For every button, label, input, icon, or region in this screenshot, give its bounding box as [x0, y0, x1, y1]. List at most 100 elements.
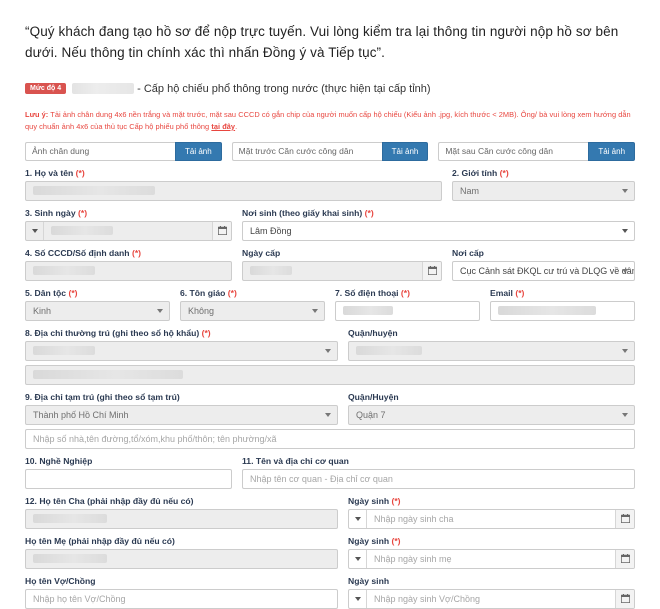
field-temp-district: Quận/Huyện Quận 7: [348, 392, 635, 425]
value-redacted: [33, 186, 155, 196]
date-dropdown-toggle[interactable]: [349, 589, 367, 608]
field-spouse-dob: Ngày sinh Nhập ngày sinh Vợ/Chồng: [348, 576, 635, 609]
select-issue-place[interactable]: Cục Cảnh sát ĐKQL cư trú và DLQG về dân …: [452, 260, 635, 281]
datepicker-birth-date[interactable]: [25, 220, 232, 241]
date-dropdown-toggle[interactable]: [349, 509, 367, 528]
label-full-name: 1. Họ và tên (*): [25, 167, 85, 178]
field-birth-place: Nơi sinh (theo giấy khai sinh) (*) Lâm Đ…: [242, 208, 635, 241]
required-marker: (*): [227, 287, 237, 298]
calendar-icon[interactable]: [615, 589, 634, 608]
required-marker: (*): [201, 327, 211, 338]
label-issue-place: Nơi cấp: [452, 247, 484, 258]
input-spouse-dob[interactable]: Nhập ngày sinh Vợ/Chồng: [367, 590, 615, 608]
field-temp-detail: Nhập số nhà,tên đường,tổ/xóm,khu phố/thô…: [25, 428, 635, 449]
field-father-name: 12. Họ tên Cha (phải nhập đầy đủ nếu có): [25, 496, 338, 529]
upload-id-front-input[interactable]: Mặt trước Căn cước công dân: [231, 141, 382, 161]
label-religion: 6. Tôn giáo (*): [180, 287, 237, 298]
intro-instruction-text: “Quý khách đang tạo hồ sơ để nộp trực tu…: [25, 24, 619, 60]
field-temp-address: 9. Địa chỉ tạm trú (ghi theo sổ tạm trú)…: [25, 392, 338, 425]
select-permanent-province[interactable]: [25, 340, 338, 361]
field-issue-date: Ngày cấp: [242, 248, 442, 281]
label-spouse-name: Họ tên Vợ/Chồng: [25, 575, 96, 586]
upload-portrait-group: Ảnh chân dung Tải ảnh: [25, 141, 222, 161]
datepicker-mother-dob[interactable]: Nhập ngày sinh mẹ: [348, 548, 635, 569]
field-permanent-detail: [25, 364, 635, 385]
input-father-dob[interactable]: Nhập ngày sinh cha: [367, 510, 615, 528]
label-father-dob: Ngày sinh (*): [348, 495, 401, 506]
input-mother-name[interactable]: [25, 548, 338, 569]
label-mother-dob: Ngày sinh (*): [348, 535, 401, 546]
select-religion[interactable]: Không: [180, 300, 325, 321]
chevron-down-icon: [354, 556, 361, 561]
required-marker: (*): [75, 167, 85, 178]
upload-id-back-button[interactable]: Tải ảnh: [588, 141, 636, 161]
service-header-row: Mức độ 4 - Cấp hộ chiếu phổ thông trong …: [25, 82, 635, 96]
upload-note: Lưu ý: Tải ảnh chân dung 4x6 nền trắng v…: [25, 109, 635, 133]
form-row-occupation: 10. Nghề Nghiệp 11. Tên và địa chỉ cơ qu…: [25, 456, 635, 489]
required-marker: (*): [68, 287, 78, 298]
label-birth-place: Nơi sinh (theo giấy khai sinh) (*): [242, 207, 374, 218]
chevron-down-icon: [354, 596, 361, 601]
note-guide-link[interactable]: tại đây: [211, 122, 235, 131]
field-permanent-address: 8. Địa chỉ thường trú (ghi theo sổ hộ kh…: [25, 328, 338, 361]
input-org[interactable]: Nhập tên cơ quan - Địa chỉ cơ quan: [242, 468, 635, 489]
value-redacted: [343, 306, 393, 316]
upload-id-front-button[interactable]: Tải ảnh: [381, 141, 429, 161]
form-row-spouse: Họ tên Vợ/Chồng Nhập họ tên Vợ/Chồng Ngà…: [25, 576, 635, 609]
value-redacted: [498, 306, 596, 316]
chevron-down-icon: [622, 228, 628, 233]
required-marker: (*): [515, 287, 525, 298]
select-ethnicity[interactable]: Kinh: [25, 300, 170, 321]
input-mother-dob[interactable]: Nhập ngày sinh mẹ: [367, 550, 615, 568]
input-issue-date[interactable]: [242, 260, 442, 281]
label-birth-date: 3. Sinh ngày (*): [25, 207, 88, 218]
input-occupation[interactable]: [25, 468, 232, 489]
label-phone: 7. Số điện thoại (*): [335, 287, 410, 298]
field-id-number: 4. Số CCCD/Số định danh (*): [25, 248, 232, 281]
label-gender: 2. Giới tính (*): [452, 167, 509, 178]
upload-portrait-button[interactable]: Tải ảnh: [174, 141, 222, 161]
value-redacted: [356, 346, 422, 356]
input-spouse-name[interactable]: Nhập họ tên Vợ/Chồng: [25, 588, 338, 609]
required-marker: (*): [391, 535, 401, 546]
required-marker: (*): [400, 287, 410, 298]
label-temp-address: 9. Địa chỉ tạm trú (ghi theo sổ tạm trú): [25, 391, 180, 402]
calendar-icon[interactable]: [615, 509, 634, 528]
input-phone[interactable]: [335, 300, 480, 321]
value-redacted: [33, 266, 95, 276]
field-email: Email (*): [490, 288, 635, 321]
input-full-name[interactable]: [25, 180, 442, 201]
datepicker-father-dob[interactable]: Nhập ngày sinh cha: [348, 508, 635, 529]
date-dropdown-toggle[interactable]: [349, 549, 367, 568]
input-permanent-detail[interactable]: [25, 364, 635, 385]
select-temp-province[interactable]: Thành phố Hồ Chí Minh: [25, 404, 338, 425]
input-birth-date[interactable]: [44, 221, 212, 240]
label-permanent-address: 8. Địa chỉ thường trú (ghi theo sổ hộ kh…: [25, 327, 211, 338]
upload-id-back-input[interactable]: Mặt sau Căn cước công dân: [438, 141, 589, 161]
chevron-down-icon: [31, 228, 38, 233]
calendar-icon[interactable]: [212, 221, 231, 240]
form-row-temp-detail: Nhập số nhà,tên đường,tổ/xóm,khu phố/thô…: [25, 428, 635, 449]
note-body: Tải ảnh chân dung 4x6 nền trắng và mặt t…: [25, 109, 631, 131]
input-father-name[interactable]: [25, 508, 338, 529]
calendar-icon[interactable]: [615, 549, 634, 568]
field-father-dob: Ngày sinh (*) Nhập ngày sinh cha: [348, 496, 635, 529]
upload-id-front-group: Mặt trước Căn cước công dân Tải ảnh: [231, 141, 429, 161]
input-temp-detail[interactable]: Nhập số nhà,tên đường,tổ/xóm,khu phố/thô…: [25, 428, 635, 449]
label-id-number: 4. Số CCCD/Số định danh (*): [25, 247, 142, 258]
input-id-number[interactable]: [25, 260, 232, 281]
upload-portrait-input[interactable]: Ảnh chân dung: [25, 141, 175, 161]
passport-application-form: “Quý khách đang tạo hồ sơ để nộp trực tu…: [0, 0, 660, 609]
label-temp-district: Quận/Huyện: [348, 391, 399, 402]
datepicker-spouse-dob[interactable]: Nhập ngày sinh Vợ/Chồng: [348, 588, 635, 609]
select-temp-district[interactable]: Quận 7: [348, 404, 635, 425]
form-row-birth: 3. Sinh ngày (*) Nơi sinh (theo giấy kha…: [25, 208, 635, 241]
input-email[interactable]: [490, 300, 635, 321]
select-gender[interactable]: Nam: [452, 180, 635, 201]
service-level-badge: Mức độ 4: [25, 83, 67, 95]
select-birth-place[interactable]: Lâm Đồng: [242, 220, 635, 241]
calendar-icon[interactable]: [422, 261, 441, 280]
chevron-down-icon: [157, 308, 163, 313]
date-dropdown-toggle[interactable]: [26, 221, 44, 240]
select-permanent-district[interactable]: [348, 340, 635, 361]
